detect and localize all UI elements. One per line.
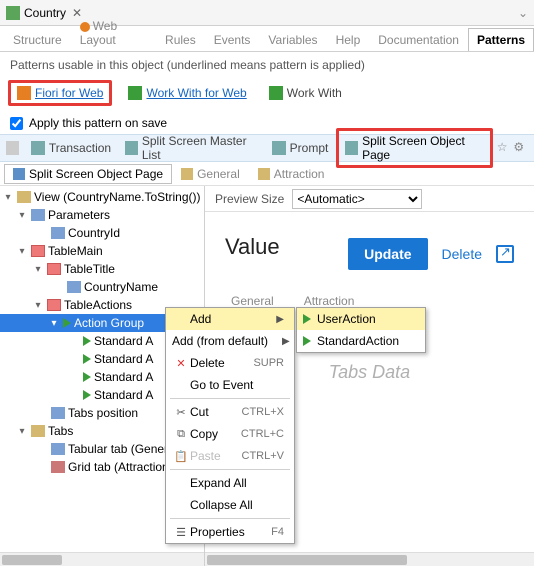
preview-actions: Update Delete [348,238,514,270]
copy-icon: ⧉ [172,427,190,441]
tree-table-main[interactable]: ▾TableMain [0,242,204,260]
tab-icon [51,443,65,455]
preview-size-select[interactable]: <Automatic> [292,189,422,209]
menu-add-default[interactable]: Add (from default)▶ [166,330,294,352]
tree-hscroll[interactable] [0,552,204,566]
flag-icon [83,372,91,382]
prompt-icon [272,141,286,155]
tab-help[interactable]: Help [327,28,370,51]
menu-delete[interactable]: ✕DeleteSUPR [166,352,294,374]
menu-expand-all[interactable]: Expand All [166,472,294,494]
toolbar-split-master[interactable]: Split Screen Master List [119,131,264,165]
menu-separator [170,469,290,470]
main-tab-strip: Structure Web Layout Rules Events Variab… [0,26,534,52]
table-icon [31,245,45,257]
attr-icon [67,281,81,293]
tab-documentation[interactable]: Documentation [369,28,468,51]
flag-icon [83,354,91,364]
dot-icon [80,22,90,32]
delete-icon: ✕ [172,356,190,370]
tab-icon [51,461,65,473]
tab-events[interactable]: Events [205,28,260,51]
tab-web-layout[interactable]: Web Layout [71,14,156,51]
properties-icon: ☰ [172,525,190,539]
submenu-standard-action[interactable]: StandardAction [297,330,425,352]
pattern-work-with-for-web[interactable]: Work With for Web [122,83,252,103]
pattern-fiori-for-web[interactable]: Fiori for Web [11,83,109,103]
flag-icon [83,336,91,346]
subtab-split-object-page[interactable]: Split Screen Object Page [4,164,172,184]
add-submenu: UserAction StandardAction [296,307,426,353]
menu-goto-event[interactable]: Go to Event [166,374,294,396]
menu-properties[interactable]: ☰PropertiesF4 [166,521,294,543]
split-master-icon [125,141,138,155]
update-button[interactable]: Update [348,238,427,270]
context-menu: Add▶ Add (from default)▶ ✕DeleteSUPR Go … [165,307,295,544]
subtab-general[interactable]: General [172,164,249,184]
menu-collapse-all[interactable]: Collapse All [166,494,294,516]
menu-paste: 📋PasteCTRL+V [166,445,294,467]
apply-pattern-checkbox[interactable] [10,117,23,130]
submenu-user-action[interactable]: UserAction [297,308,425,330]
tab-variables[interactable]: Variables [259,28,326,51]
apply-pattern-label: Apply this pattern on save [29,116,167,130]
preview-value-label: Value [225,234,280,260]
tab-rules[interactable]: Rules [156,28,205,51]
toolbar-split-object[interactable]: Split Screen Object Page [339,131,489,165]
params-icon [31,209,45,221]
share-icon[interactable] [496,245,514,263]
fiori-icon [17,86,31,100]
transaction-icon [31,141,45,155]
flag-icon [83,390,91,400]
tree-country-id[interactable]: CountryId [0,224,204,242]
menu-cut[interactable]: ✂CutCTRL+X [166,401,294,423]
object-icon [6,6,20,20]
delete-link[interactable]: Delete [442,246,482,262]
gear-icon[interactable]: ⚙ [513,140,528,156]
menu-separator [170,518,290,519]
folder-icon [31,425,45,437]
highlight-fiori: Fiori for Web [8,80,112,106]
attr-icon [51,227,65,239]
ww-icon [269,86,283,100]
highlight-split-object: Split Screen Object Page [336,128,492,168]
split-object-icon [345,141,358,155]
menu-separator [170,398,290,399]
preview-header: Preview Size <Automatic> [205,186,534,212]
pattern-work-with[interactable]: Work With [263,83,348,103]
tab-structure[interactable]: Structure [4,28,71,51]
subtab-attraction[interactable]: Attraction [249,164,334,184]
tab-patterns[interactable]: Patterns [468,28,534,51]
tree-country-name[interactable]: CountryName [0,278,204,296]
cut-icon: ✂ [172,405,190,419]
pattern-toolbar: Transaction Split Screen Master List Pro… [0,134,534,162]
attr-icon [51,407,65,419]
folder-icon [181,168,193,180]
menu-copy[interactable]: ⧉CopyCTRL+C [166,423,294,445]
menu-add[interactable]: Add▶ [166,308,294,330]
flag-icon [303,336,311,346]
table-icon [47,263,61,275]
page-icon [13,168,25,180]
ww-web-icon [128,86,142,100]
chevron-down-icon[interactable]: ⌄ [518,6,528,20]
flag-icon [63,318,71,328]
toolbar-prompt[interactable]: Prompt [266,138,335,158]
toolbar-icon[interactable] [6,141,19,155]
tree-parameters[interactable]: ▾Parameters [0,206,204,224]
preview-size-label: Preview Size [215,192,284,206]
toolbar-transaction[interactable]: Transaction [25,138,117,158]
patterns-row: Fiori for Web Work With for Web Work Wit… [0,78,534,112]
tree-table-title[interactable]: ▾TableTitle [0,260,204,278]
view-icon [17,191,31,203]
folder-icon [258,168,270,180]
table-icon [47,299,61,311]
flag-icon [303,314,311,324]
paste-icon: 📋 [172,449,190,463]
object-title: Country [24,6,66,20]
tree-view[interactable]: ▾View (CountryName.ToString()) [0,188,204,206]
new-icon[interactable]: ☆ [497,140,512,156]
patterns-hint: Patterns usable in this object (underlin… [0,52,534,78]
preview-hscroll[interactable] [205,552,534,566]
